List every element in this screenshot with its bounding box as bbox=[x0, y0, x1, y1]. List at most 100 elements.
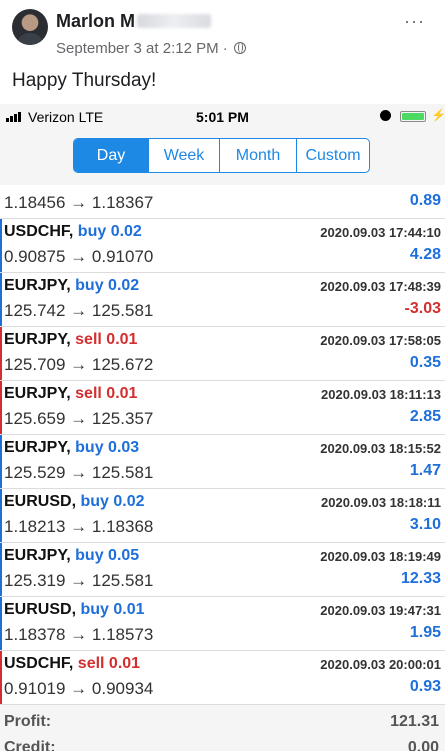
trade-symbol: EURUSD, bbox=[4, 185, 76, 187]
trade-row[interactable]: EURJPY, sell 0.01 125.659 → 125.357 2020.0… bbox=[0, 381, 445, 435]
post-meta[interactable]: September 3 at 2:12 PM · bbox=[56, 40, 246, 57]
trade-time: 2020.09.03 18:11:13 bbox=[321, 387, 441, 402]
trade-profit: 0.89 bbox=[409, 192, 441, 209]
trade-symbol: EURJPY, buy 0.05 bbox=[4, 547, 139, 565]
trade-side: buy 0.02 bbox=[77, 223, 142, 240]
trade-row[interactable]: USDCHF, buy 0.02 0.90875 → 0.91070 2020.09… bbox=[0, 219, 445, 273]
trade-side: sell 0.01 bbox=[77, 655, 141, 672]
trade-time: 2020.09.03 19:47:31 bbox=[320, 603, 441, 618]
trade-profit: 1.47 bbox=[409, 462, 441, 479]
trade-time: 2020.09.03 17:44:10 bbox=[320, 225, 441, 240]
trade-prices: 125.319 → 125.581 bbox=[4, 571, 154, 590]
post-timestamp[interactable]: September 3 at 2:12 PM · bbox=[56, 40, 228, 57]
avatar[interactable] bbox=[12, 9, 48, 45]
trade-prices: 1.18456 → 1.18367 bbox=[4, 193, 154, 212]
trade-time: 2020.09.03 17:58:05 bbox=[320, 333, 441, 348]
trade-profit: -3.03 bbox=[404, 300, 441, 317]
post-text: Happy Thursday! bbox=[12, 70, 157, 91]
trade-profit: 2.85 bbox=[409, 408, 441, 425]
profit-value: 121.31 bbox=[390, 713, 439, 730]
trade-side: sell 0.01 bbox=[75, 385, 138, 402]
trade-symbol-text: EURUSD, bbox=[4, 601, 77, 618]
trade-row[interactable]: EURUSD, buy 0.02 1.18213 → 1.18368 2020.09… bbox=[0, 489, 445, 543]
trade-symbol: USDCHF, sell 0.01 bbox=[4, 655, 140, 673]
trade-profit: 3.10 bbox=[409, 516, 441, 533]
embedded-screenshot[interactable]: Verizon LTE 5:01 PM ⚡ Day Week Month Custom… bbox=[0, 104, 445, 751]
trade-symbol-text: USDCHF, bbox=[4, 655, 74, 672]
trade-time: 2020.09.03 20:00:01 bbox=[320, 657, 441, 672]
trade-row-partial[interactable]: EURUSD, 1.18456 → 1.18367 0.89 bbox=[0, 185, 445, 219]
period-segmented-control: Day Week Month Custom bbox=[73, 138, 370, 173]
trade-side: buy 0.02 bbox=[75, 277, 140, 294]
trade-prices: 125.659 → 125.357 bbox=[4, 409, 154, 428]
trade-side-marker bbox=[0, 435, 2, 488]
trade-prices: 0.91019 → 0.90934 bbox=[4, 679, 154, 698]
trade-symbol-text: EURJPY, bbox=[4, 277, 71, 294]
trade-symbol: EURJPY, sell 0.01 bbox=[4, 385, 137, 403]
trade-time: 2020.09.03 17:48:39 bbox=[320, 279, 441, 294]
trade-symbol: EURUSD, buy 0.02 bbox=[4, 493, 145, 511]
trade-side: buy 0.05 bbox=[75, 547, 140, 564]
tab-day[interactable]: Day bbox=[74, 139, 149, 172]
charging-icon: ⚡ bbox=[431, 108, 445, 122]
trade-profit: 12.33 bbox=[400, 570, 441, 587]
alarm-icon bbox=[380, 110, 391, 121]
trade-prices: 1.18378 → 1.18573 bbox=[4, 625, 154, 644]
trade-profit: 0.93 bbox=[409, 678, 441, 695]
trade-side-marker bbox=[0, 489, 2, 542]
trade-prices: 0.90875 → 0.91070 bbox=[4, 247, 154, 266]
clock: 5:01 PM bbox=[196, 109, 249, 125]
trade-row[interactable]: EURJPY, buy 0.05 125.319 → 125.581 2020.09… bbox=[0, 543, 445, 597]
trade-history-list: EURUSD, 1.18456 → 1.18367 0.89 USDCHF, buy … bbox=[0, 185, 445, 705]
tab-week[interactable]: Week bbox=[149, 139, 220, 172]
trade-time: 2020.09.03 18:15:52 bbox=[320, 441, 441, 456]
trade-symbol-text: EURJPY, bbox=[4, 331, 71, 348]
trade-profit: 1.95 bbox=[409, 624, 441, 641]
trade-side-marker bbox=[0, 597, 2, 650]
more-options-icon[interactable]: ··· bbox=[404, 11, 425, 32]
redacted-name-blur bbox=[137, 14, 211, 28]
author-name-text[interactable]: Marlon M bbox=[56, 11, 135, 31]
trade-row[interactable]: USDCHF, sell 0.01 0.91019 → 0.90934 2020.0… bbox=[0, 651, 445, 705]
globe-icon bbox=[233, 42, 246, 54]
trade-side: buy 0.03 bbox=[75, 439, 140, 456]
profit-label: Profit: bbox=[4, 713, 52, 730]
trade-row[interactable]: EURJPY, buy 0.03 125.529 → 125.581 2020.09… bbox=[0, 435, 445, 489]
trade-side-marker bbox=[0, 381, 2, 434]
trade-profit: 0.35 bbox=[409, 354, 441, 371]
trade-symbol-text: EURUSD, bbox=[4, 493, 77, 510]
summary-panel: Profit: 121.31 Credit: 0.00 bbox=[0, 707, 445, 751]
author-name[interactable]: Marlon M bbox=[56, 11, 211, 32]
credit-label: Credit: bbox=[4, 739, 56, 751]
trade-side-marker bbox=[0, 327, 2, 380]
trade-symbol-text: EURJPY, bbox=[4, 547, 71, 564]
signal-icon bbox=[6, 112, 26, 122]
trade-symbol: EURUSD, buy 0.01 bbox=[4, 601, 145, 619]
trade-side-marker bbox=[0, 273, 2, 326]
credit-value: 0.00 bbox=[407, 739, 439, 751]
trade-side-marker bbox=[0, 651, 2, 704]
status-bar: Verizon LTE 5:01 PM ⚡ bbox=[0, 104, 445, 128]
tab-month[interactable]: Month bbox=[220, 139, 297, 172]
trade-side-marker bbox=[0, 219, 2, 272]
trade-row[interactable]: EURJPY, sell 0.01 125.709 → 125.672 2020.0… bbox=[0, 327, 445, 381]
trade-symbol: EURJPY, sell 0.01 bbox=[4, 331, 137, 349]
trade-time: 2020.09.03 18:19:49 bbox=[320, 549, 441, 564]
carrier-label: Verizon LTE bbox=[28, 109, 104, 125]
trade-symbol-text: USDCHF, bbox=[4, 223, 74, 240]
trade-row[interactable]: EURJPY, buy 0.02 125.742 → 125.581 2020.09… bbox=[0, 273, 445, 327]
trade-symbol-text: EURJPY, bbox=[4, 385, 71, 402]
trade-side: buy 0.01 bbox=[80, 601, 145, 618]
trade-symbol: EURJPY, buy 0.03 bbox=[4, 439, 139, 457]
trade-symbol-text: EURJPY, bbox=[4, 439, 71, 456]
trade-row[interactable]: EURUSD, buy 0.01 1.18378 → 1.18573 2020.09… bbox=[0, 597, 445, 651]
battery-icon bbox=[400, 111, 426, 122]
tab-custom[interactable]: Custom bbox=[297, 139, 369, 172]
trade-prices: 1.18213 → 1.18368 bbox=[4, 517, 154, 536]
trade-side: sell 0.01 bbox=[75, 331, 138, 348]
trade-symbol: EURJPY, buy 0.02 bbox=[4, 277, 139, 295]
trade-symbol: USDCHF, buy 0.02 bbox=[4, 223, 142, 241]
trade-time: 2020.09.03 18:18:11 bbox=[321, 495, 441, 510]
post-header: Marlon M September 3 at 2:12 PM · ··· bbox=[0, 0, 445, 64]
trade-side: buy 0.02 bbox=[80, 493, 145, 510]
